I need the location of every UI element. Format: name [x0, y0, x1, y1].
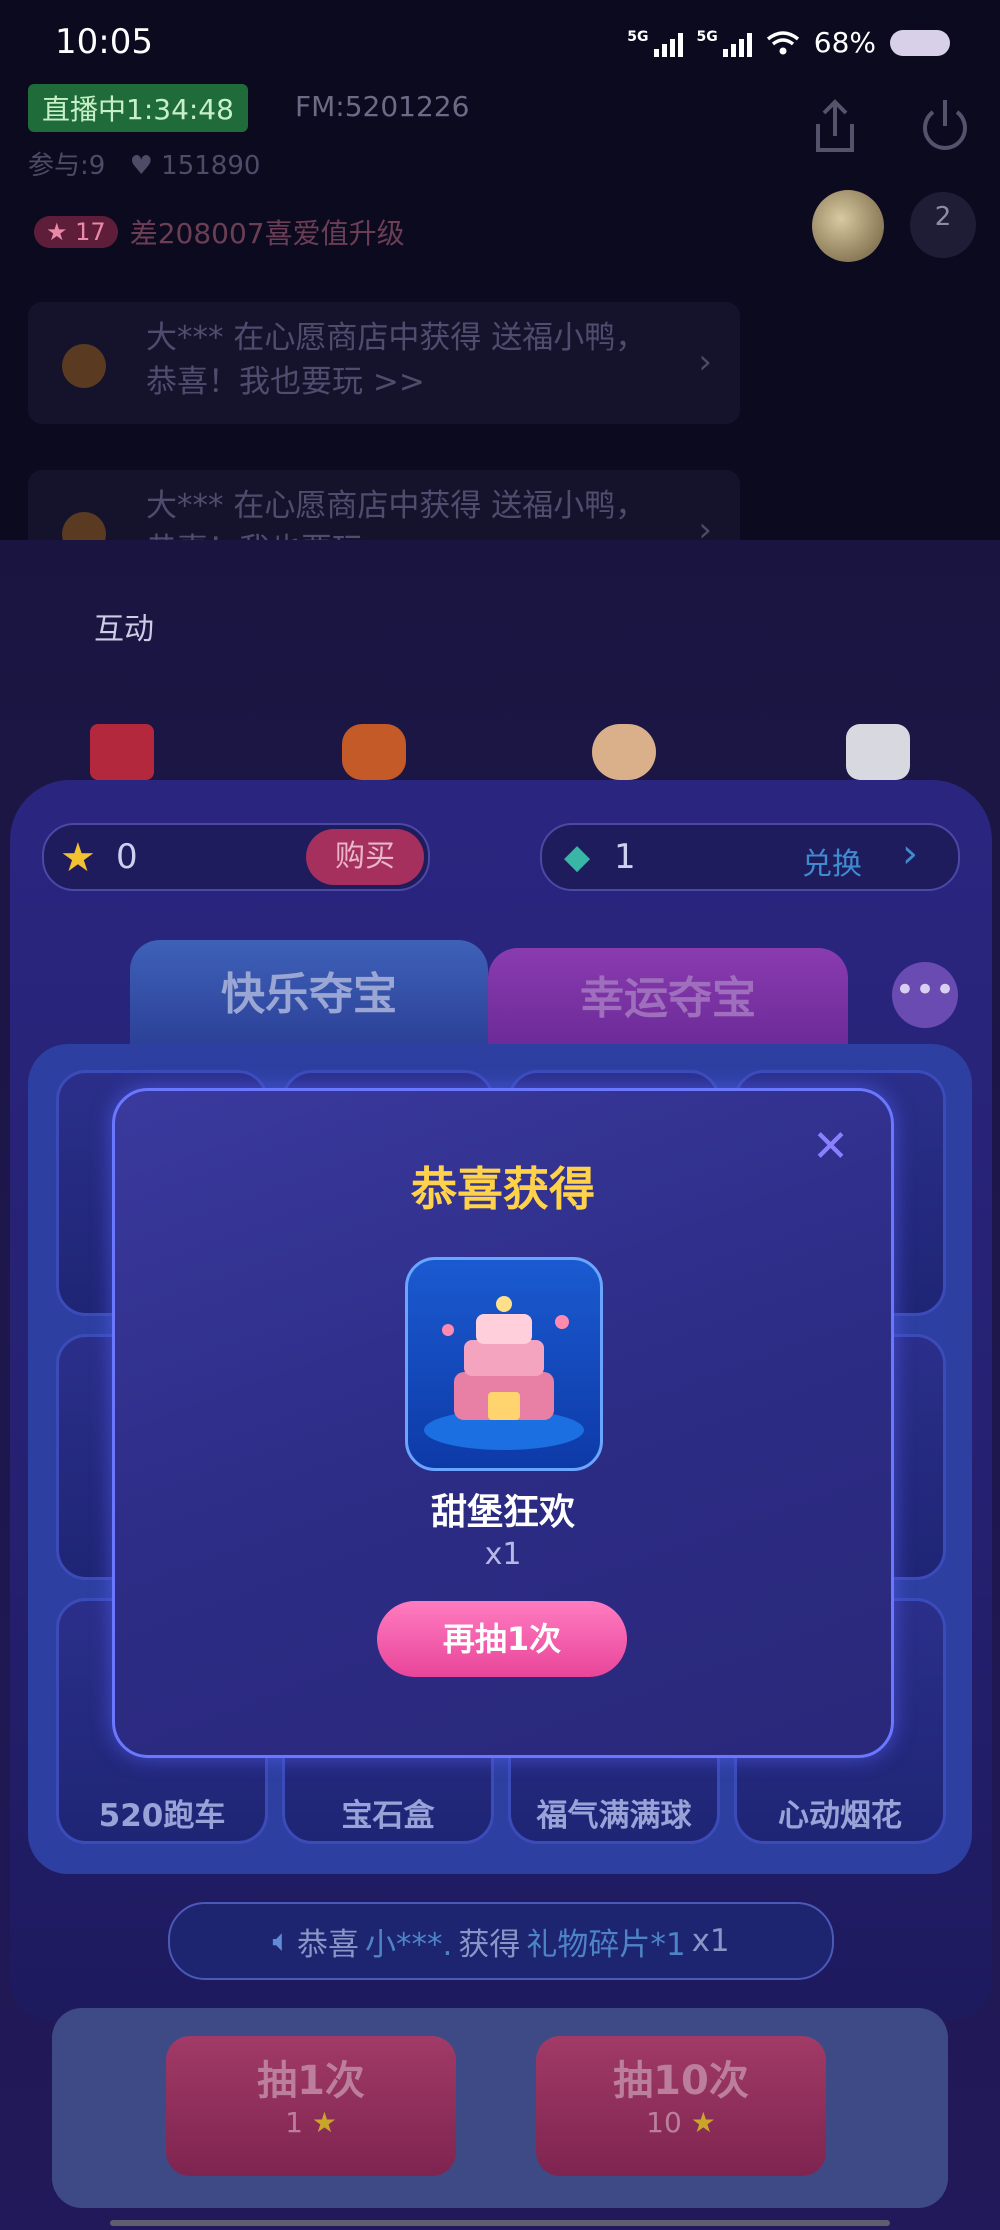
coin-bar: ★ 0 购买	[42, 823, 430, 891]
fm-id: FM:5201226	[295, 90, 470, 123]
speaker-icon: 🔈︎	[272, 1922, 291, 1959]
status-time: 10:05	[55, 22, 153, 62]
share-icon[interactable]	[800, 92, 870, 162]
prize-image-card	[405, 1257, 603, 1471]
battery-icon	[890, 29, 950, 56]
chevron-right-icon[interactable]: ›	[902, 831, 918, 877]
tab-lucky-treasure[interactable]: 幸运夺宝	[488, 948, 848, 1050]
tab-happy-treasure[interactable]: 快乐夺宝	[130, 940, 488, 1050]
coin-count: 0	[116, 837, 138, 877]
avatar[interactable]	[812, 190, 884, 262]
chevron-right-icon: ›	[698, 342, 712, 382]
live-badge: 直播中1:34:48	[28, 84, 248, 132]
hand-icon[interactable]	[592, 724, 656, 780]
home-indicator[interactable]	[110, 2220, 890, 2226]
lantern-icon[interactable]	[342, 724, 406, 780]
notice-banner[interactable]: 大*** 在心愿商店中获得 送福小鸭，恭喜！我也要玩 >> ›	[28, 302, 740, 424]
more-button[interactable]: •••	[892, 962, 958, 1028]
level-row: ★ 17 差208007喜爱值升级	[34, 212, 405, 252]
modal-title: 恭喜获得	[411, 1162, 595, 1216]
buy-button[interactable]: 购买	[306, 829, 424, 885]
star-coin-icon: ★	[60, 835, 96, 881]
gem-bar: ◆ 1 兑换 ›	[540, 823, 960, 891]
draw-ten-button[interactable]: 抽10次 10 ★	[536, 2036, 826, 2176]
red-envelope-icon[interactable]	[90, 724, 154, 780]
level-badge: ★ 17	[34, 216, 118, 248]
interaction-label: 互动	[94, 612, 154, 647]
draw-once-button[interactable]: 抽1次 1 ★	[166, 2036, 456, 2176]
wifi-icon	[766, 30, 799, 54]
prize-qty: x1	[484, 1537, 522, 1572]
gem-count: 1	[614, 837, 636, 877]
likes-count: 151890	[161, 151, 261, 181]
prize-name: 甜堡狂欢	[430, 1492, 575, 1533]
win-modal: ✕ 恭喜获得 甜堡狂欢 x1 再抽1次	[112, 1088, 894, 1758]
gem-icon: ◆	[564, 837, 591, 877]
signal-icon: 5G	[627, 29, 683, 57]
upgrade-text: 差208007喜爱值升级	[129, 217, 405, 250]
power-icon[interactable]	[910, 92, 980, 162]
participants: 参与:9	[28, 151, 106, 181]
exchange-link[interactable]: 兑换	[802, 839, 862, 883]
cake-icon	[424, 1296, 584, 1450]
dice-icon[interactable]	[846, 724, 910, 780]
room-stats: 参与:9 ♥ 151890	[28, 145, 260, 182]
star-icon: ★	[311, 2106, 337, 2139]
battery-text: 68%	[813, 26, 876, 59]
draw-again-button[interactable]: 再抽1次	[377, 1601, 627, 1677]
online-count[interactable]: 2	[910, 192, 976, 258]
gift-icon	[62, 344, 106, 388]
win-ticker: 🔈︎ 恭喜 小***. 获得 礼物碎片*1 x1	[168, 1902, 834, 1980]
star-icon: ★	[690, 2106, 716, 2139]
status-icons: 5G 5G 68%	[627, 26, 950, 59]
heart-icon: ♥	[129, 151, 153, 181]
signal-icon-2: 5G	[697, 29, 752, 57]
